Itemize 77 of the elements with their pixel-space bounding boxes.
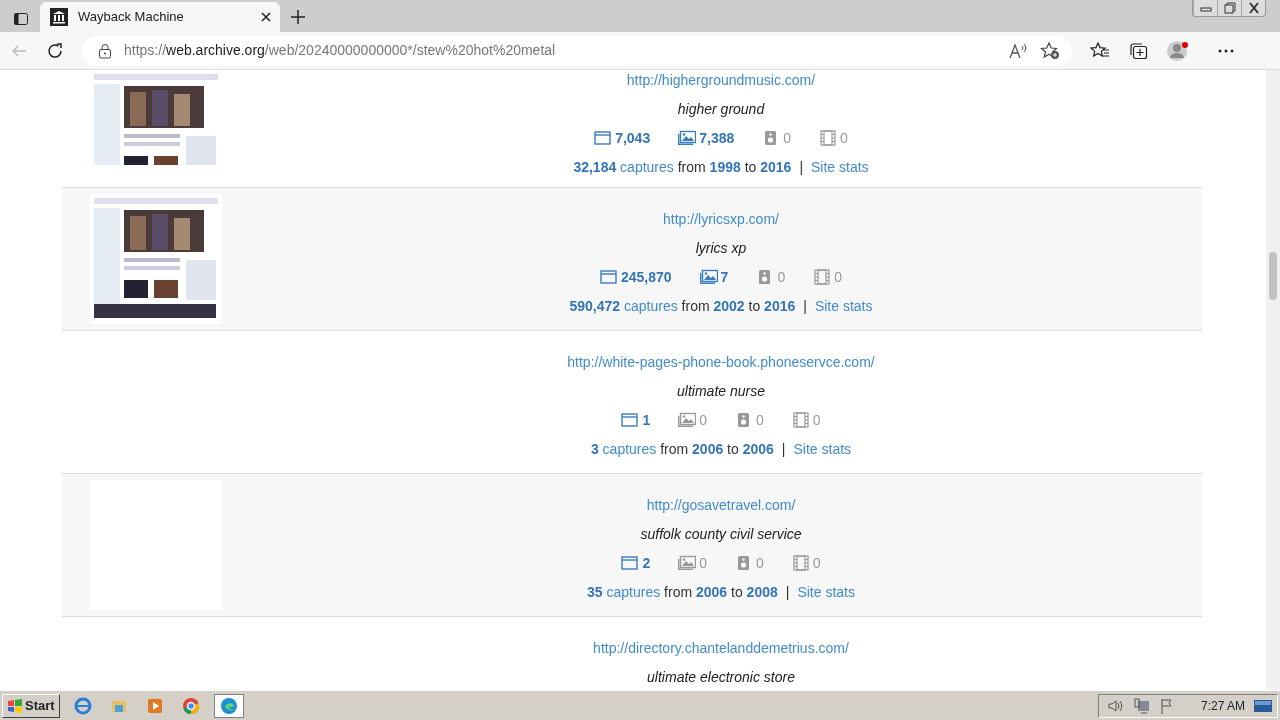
media-player-icon[interactable] — [145, 696, 164, 715]
favorite-add-icon[interactable] — [1040, 41, 1060, 60]
site-stats-link[interactable]: Site stats — [814, 298, 873, 314]
url-link[interactable]: http://directory.chantelanddemetrius.com/ — [593, 640, 849, 656]
read-aloud-icon[interactable] — [1008, 41, 1028, 60]
collections-icon[interactable] — [1128, 41, 1148, 60]
capture-count: 0 — [819, 128, 848, 148]
window-icon — [621, 555, 640, 571]
scrollbar-thumb[interactable] — [1269, 252, 1277, 300]
window-icon — [621, 412, 640, 428]
film-icon — [813, 269, 832, 285]
site-title: suffolk county civil service — [639, 525, 803, 544]
film-icon — [791, 412, 810, 428]
capture-count: 0 — [813, 267, 842, 287]
captures-summary: 35 captures from 2006 to 2008 — [587, 584, 778, 600]
site-title: ultimate electronic store — [646, 668, 796, 687]
browser-tab[interactable]: Wayback Machine — [40, 2, 280, 32]
site-title: higher ground — [676, 100, 766, 119]
capture-count: 0 — [791, 553, 821, 573]
capture-count[interactable]: 7 — [699, 267, 729, 287]
captures-summary: 32,184 captures from 1998 to 2016 — [573, 159, 792, 175]
url-link[interactable]: http://highergroundmusic.com/ — [626, 72, 816, 88]
edge-icon[interactable] — [219, 696, 238, 715]
new-tab-icon[interactable] — [290, 9, 306, 25]
capture-count[interactable]: 2 — [621, 553, 651, 573]
site-stats-link[interactable]: Site stats — [811, 159, 869, 175]
capture-count[interactable]: 1 — [621, 410, 651, 430]
chrome-icon[interactable] — [181, 696, 200, 715]
separator: | — [799, 159, 803, 175]
lock-icon — [98, 42, 112, 59]
site-title: ultimate nurse — [676, 382, 766, 401]
site-stats-link[interactable]: Site stats — [797, 584, 855, 600]
reload-icon[interactable] — [46, 41, 64, 60]
image-icon — [699, 269, 718, 285]
film-icon — [819, 130, 838, 146]
image-icon — [678, 555, 697, 571]
image-icon — [678, 412, 697, 428]
window-icon — [594, 130, 613, 146]
separator: | — [785, 584, 790, 600]
volume-icon[interactable] — [1106, 697, 1125, 714]
windows-logo-icon — [7, 698, 23, 713]
captures-summary: 590,472 captures from 2002 to 2016 — [569, 298, 796, 314]
url-link[interactable]: http://white-pages-phone-book.phoneservce.com/ — [567, 354, 875, 370]
close-icon[interactable] — [260, 11, 272, 23]
capture-count[interactable]: 7,388 — [678, 128, 735, 148]
address-field[interactable]: https://web.archive.org/web/20240000000000*/stew%20hot%20metal — [82, 35, 1072, 66]
window-icon — [600, 269, 618, 285]
capture-count: 0 — [735, 553, 764, 573]
network-icon[interactable] — [1132, 697, 1151, 714]
capture-count: 0 — [762, 128, 792, 148]
capture-count: 0 — [791, 410, 821, 430]
capture-count[interactable]: 245,870 — [600, 267, 672, 287]
captures-summary: 3 captures from 2006 to 2006 — [590, 441, 774, 457]
capture-count: 0 — [678, 410, 707, 430]
site-stats-link[interactable]: Site stats — [793, 441, 852, 457]
scrollbar[interactable] — [1266, 70, 1280, 690]
capture-count: 0 — [735, 410, 764, 430]
restore-icon[interactable] — [1221, 0, 1238, 16]
url-link[interactable]: http://gosavetravel.com/ — [646, 497, 796, 513]
museum-icon — [50, 8, 68, 26]
film-icon — [791, 555, 810, 571]
separator: | — [781, 441, 786, 457]
show-desktop-icon[interactable] — [1253, 697, 1273, 714]
separator: | — [803, 298, 807, 314]
tab-title: Wayback Machine — [78, 8, 185, 27]
browser-icon[interactable] — [73, 696, 92, 715]
capture-count: 0 — [678, 553, 707, 573]
capture-count[interactable]: 7,043 — [594, 128, 651, 148]
favorites-icon[interactable] — [1090, 41, 1110, 60]
capture-count: 0 — [756, 267, 786, 287]
url-link[interactable]: http://lyricsxp.com/ — [663, 211, 779, 227]
profile-avatar-icon[interactable] — [1166, 38, 1190, 63]
site-title: lyrics xp — [694, 239, 748, 258]
clock: 7:27 AM — [1200, 697, 1245, 715]
tab-list-icon — [13, 11, 29, 27]
image-icon — [678, 130, 697, 146]
start-button[interactable]: Start — [2, 693, 60, 718]
